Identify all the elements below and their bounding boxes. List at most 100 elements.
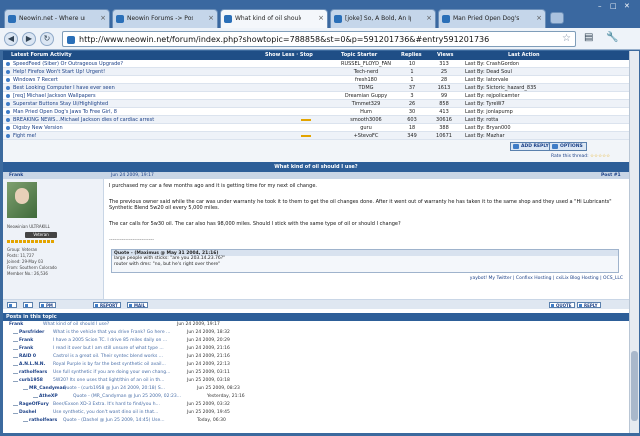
topic-link[interactable]: Windows 7 Recert [13,77,58,83]
topic-tree-row[interactable]: Dashel Use synthetic, you don't want dino… [3,409,629,417]
last-action[interactable]: Last By: Dead Soul [465,69,512,75]
profile-icon[interactable] [23,302,33,308]
close-tab-icon[interactable]: × [100,14,106,22]
reload-button[interactable]: ↻ [40,32,54,46]
last-action[interactable]: Last By: Bryan000 [465,125,511,131]
topic-starter[interactable]: Tech-nerd [339,69,393,75]
reply-title-link[interactable]: Quote - (MR_Candyman @ Jun 25 2009, 02:2… [73,394,181,399]
scrollbar-thumb[interactable] [631,351,638,421]
last-action[interactable]: Last By: latorvale [465,77,508,83]
topic-tree-row[interactable]: Frank I read it over but I am still unsur… [3,345,629,353]
new-tab-button[interactable] [550,12,564,24]
topic-starter[interactable]: Timmet329 [339,101,393,107]
rating-stars-icon[interactable]: ☆☆☆☆☆ [590,154,610,159]
topic-starter[interactable]: Hum [339,109,393,115]
topic-link[interactable]: Digsby New Version [13,125,63,131]
activity-row[interactable]: Best Looking Computer I have ever seen TD… [3,84,629,92]
activity-row[interactable]: Help! Firefox Won't Start Up! Urgent! Tec… [3,68,629,76]
reply-author[interactable]: Parsfrider [19,330,44,335]
topic-tree-row[interactable]: MR_Candyman Quote - (curb1958 @ Jun 24 20… [3,385,629,393]
reply-title-link[interactable]: What is the vehicle that you drive Frank… [53,330,170,335]
close-tab-icon[interactable]: × [318,14,324,22]
topic-starter[interactable]: fresh180 [339,77,393,83]
topic-tree-row[interactable]: RAID 0 Castrol is a great oil. Their synt… [3,353,629,361]
topic-starter[interactable]: +StevoFC [339,133,393,139]
show-less-link[interactable]: Show Less · Stop [265,52,313,58]
reply-title-link[interactable]: Use full synthetic if you are doing your… [53,370,170,375]
post-number-link[interactable]: Post #1 [601,173,621,178]
wrench-menu-icon[interactable]: 🔧 [606,32,618,43]
topic-tree-row[interactable]: Frank What kind of oil should I use? Jun 2… [3,321,629,329]
reply-title-link[interactable]: Royal Purple is by far the best syntheti… [53,362,166,367]
reply-author[interactable]: curb1958 [19,378,43,383]
browser-tab[interactable]: Man Pried Open Dog's Ja...× [438,9,546,28]
topic-tree-row[interactable]: A.N.L.N.N. Royal Purple is by far the bes… [3,361,629,369]
last-action[interactable]: Last By: jonlapump [465,109,513,115]
topic-starter[interactable]: smooth3006 [339,117,393,123]
reply-author[interactable]: A.N.L.N.N. [19,362,45,367]
forward-button[interactable]: ▶ [22,32,36,46]
topic-link[interactable]: SpeedFeed (Siber) Or Outrageous Upgrade? [13,61,123,67]
topic-link[interactable]: Fight me! [13,133,37,139]
last-action[interactable]: Last By: Mazhar [465,133,505,139]
browser-tab[interactable]: [joke] So, A Bold, An Iph...× [330,9,436,28]
topic-tree-row[interactable]: ratholfears Quote - (Dashel @ Jun 25 2009… [3,417,629,425]
activity-row[interactable]: Superstar Buttons Stay Ui/Highlighted Tim… [3,100,629,108]
maximize-icon[interactable]: □ [610,2,617,10]
options-button[interactable]: OPTIONS [549,142,587,151]
reply-title-link[interactable]: I read it over but I am still unsure of … [53,346,164,351]
add-reply-button[interactable]: ADD REPLY [510,142,553,151]
topic-starter[interactable]: RUSSEL_FLOYD_FAN [339,61,393,67]
activity-row[interactable]: Windows 7 Recert fresh180 1 28 Last By: lato… [3,76,629,84]
activity-row[interactable]: [req] Michael Jackson Wallpapers Dreamian… [3,92,629,100]
last-action[interactable]: Last By: rejpolicamter [465,93,520,99]
quote-button[interactable]: QUOTE [549,302,575,308]
close-tab-icon[interactable]: × [208,14,214,22]
bookmark-star-icon[interactable]: ☆ [562,33,571,44]
activity-row[interactable]: SpeedFeed (Siber) Or Outrageous Upgrade?… [3,60,629,68]
reply-author[interactable]: Dashel [19,410,36,415]
last-action[interactable]: Last By: rotta [465,117,498,123]
topic-tree-row[interactable]: Parsfrider What is the vehicle that you d… [3,329,629,337]
close-tab-icon[interactable]: × [536,14,542,22]
page-menu-icon[interactable]: ▤ [584,32,593,43]
topic-tree-row[interactable]: curb1958 5W20? Its one uses that light/th… [3,377,629,385]
topic-starter[interactable]: TDMG [339,85,393,91]
pm-button[interactable]: PM [39,302,56,308]
browser-tab[interactable]: Neowin Forums -> Posti...× [112,9,218,28]
activity-row[interactable]: Man Pried Open Dog's Jaws To Free Girl, … [3,108,629,116]
reply-author[interactable]: AtheXP [39,394,58,399]
post-author-link[interactable]: Frank [9,173,23,178]
reply-title-link[interactable]: Quote - (curb1958 @ Jun 24 2009, 20:18) … [63,386,165,391]
reply-author[interactable]: ratholfears [19,370,47,375]
minimize-icon[interactable]: – [598,2,602,10]
address-bar[interactable]: http://www.neowin.net/forum/index.php?sh… [62,31,576,47]
browser-tab[interactable]: Neowin.net - Where unpr...× [4,9,110,28]
reply-title-link[interactable]: Beer/Exxon XD-3 Extra. It's hard to find… [53,402,160,407]
topic-link[interactable]: Help! Firefox Won't Start Up! Urgent! [13,69,105,75]
topic-link[interactable]: Superstar Buttons Stay Ui/Highlighted [13,101,108,107]
topic-starter[interactable]: guru [339,125,393,131]
activity-row[interactable]: Fight me! +StevoFC 349 10671 Last By: Mazhar [3,132,629,140]
topic-starter[interactable]: Dreamian Guppy [339,93,393,99]
report-button[interactable]: REPORT [93,302,121,308]
close-window-icon[interactable]: ✕ [624,2,630,10]
reply-title-link[interactable]: I have a 2005 Scion TC. I drive 85 miles… [53,338,167,343]
last-action[interactable]: Last By: Sictoric_hazard_835 [465,85,536,91]
topic-tree-row[interactable]: Frank I have a 2005 Scion TC. I drive 85 … [3,337,629,345]
topic-link[interactable]: [req] Michael Jackson Wallpapers [13,93,96,99]
signature-links[interactable]: yaybot! My Twitter | Confixx Hosting | c… [470,276,623,281]
browser-tab-active[interactable]: What kind of oil should I...× [220,9,328,28]
reply-title-link[interactable]: Quote - (Dashel @ Jun 25 2009, 14:45) Us… [63,418,165,423]
close-tab-icon[interactable]: × [426,14,432,22]
topic-link[interactable]: Man Pried Open Dog's Jaws To Free Girl, … [13,109,117,115]
reply-author[interactable]: ratholfears [29,418,57,423]
topic-link[interactable]: BREAKING NEWS...Michael Jackson dies of … [13,117,154,123]
activity-row[interactable]: Digsby New Version guru 18 388 Last By: Brya… [3,124,629,132]
reply-author[interactable]: Frank [19,346,33,351]
topic-tree-row[interactable]: RageOfFury Beer/Exxon XD-3 Extra. It's ha… [3,401,629,409]
reply-author[interactable]: RageOfFury [19,402,49,407]
reply-title-link[interactable]: Use synthetic, you don't want dino oil i… [53,410,158,415]
last-action[interactable]: Last By: CrashGordon [465,61,519,67]
reply-button[interactable]: REPLY [577,302,601,308]
